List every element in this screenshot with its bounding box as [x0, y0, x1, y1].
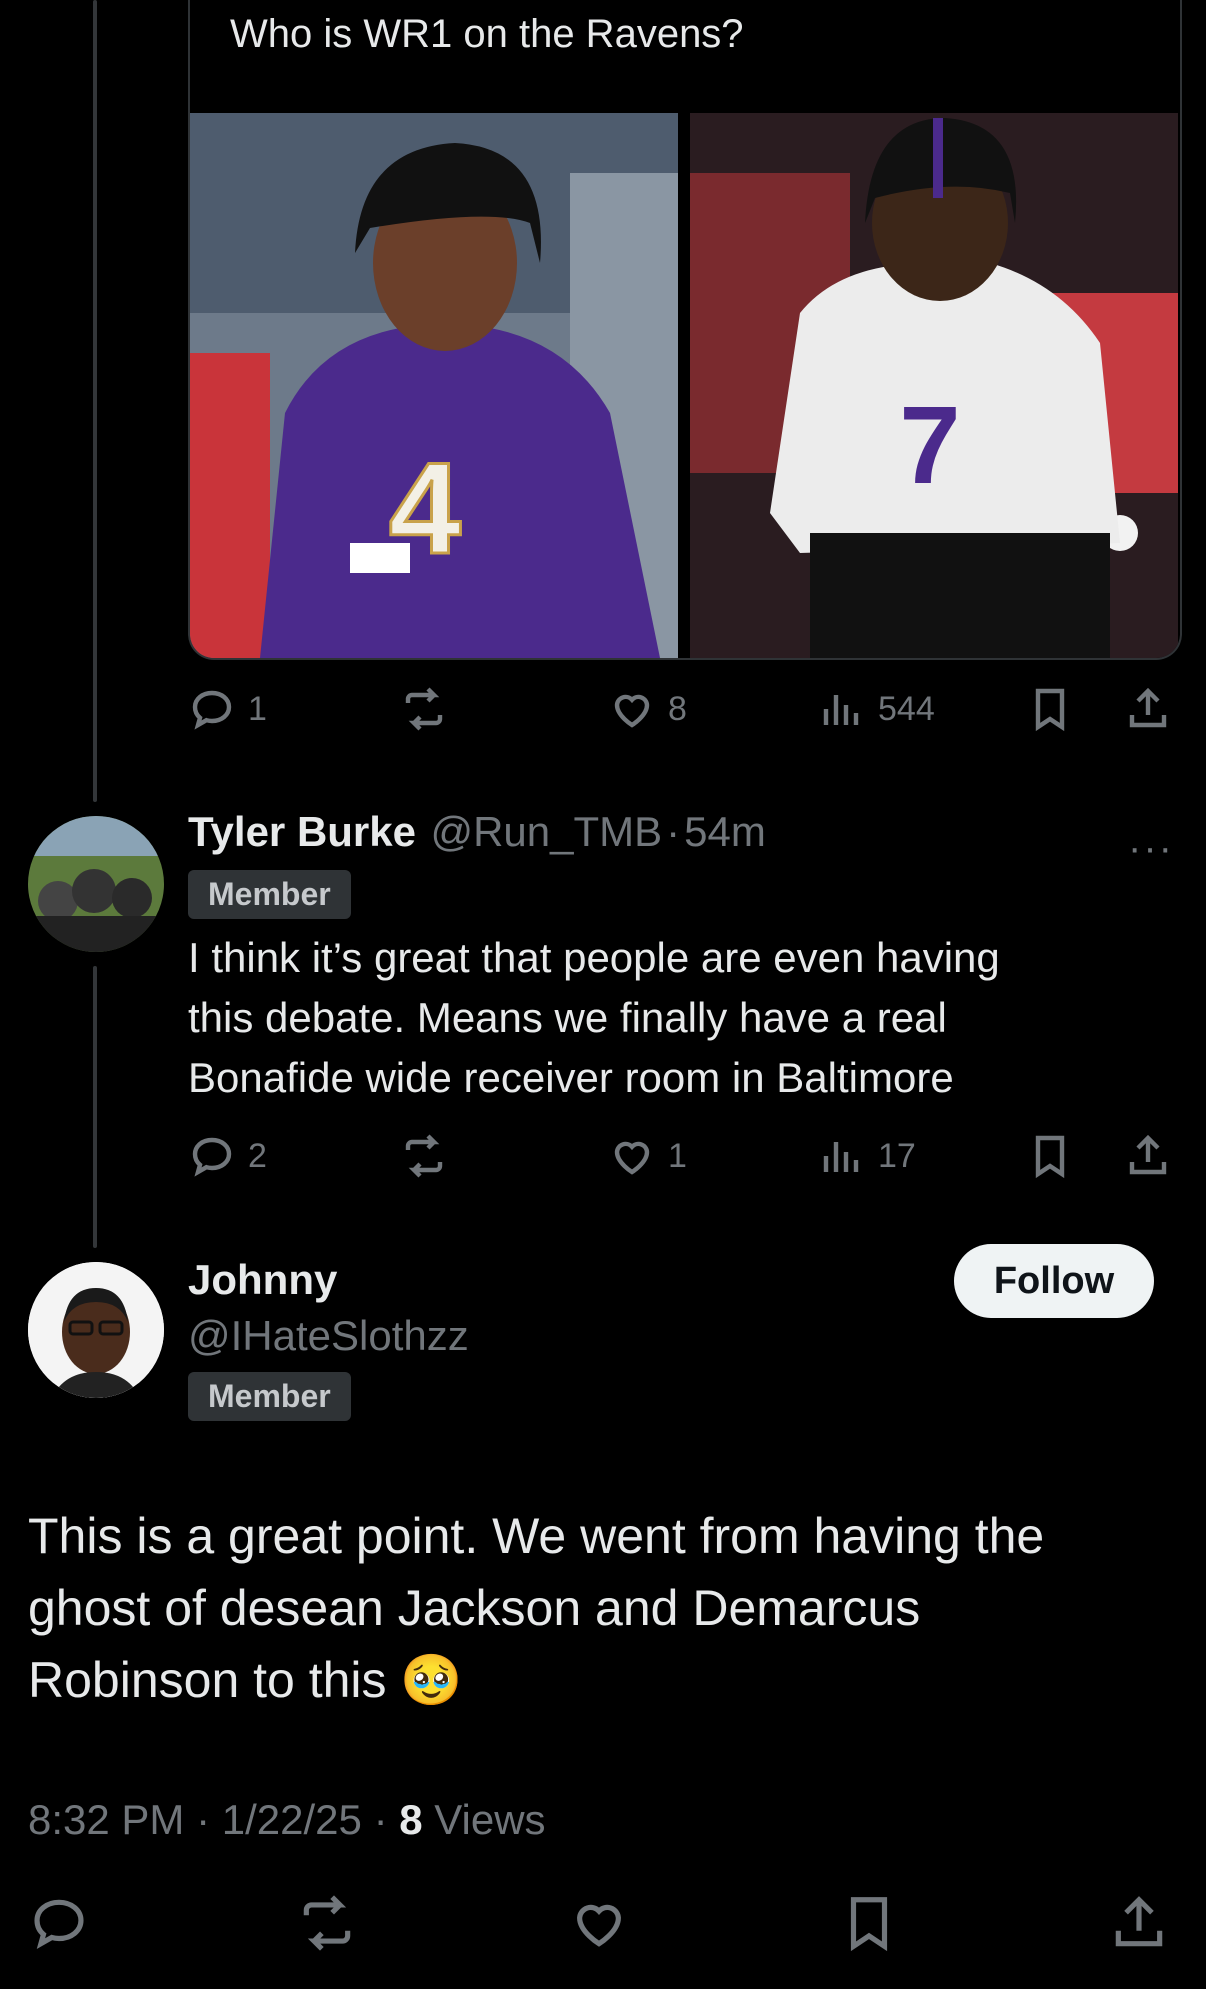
share-icon: [1129, 687, 1167, 728]
author-name[interactable]: Johnny: [188, 1256, 337, 1304]
like-icon: [614, 1141, 650, 1175]
quoted-post-card[interactable]: Who is WR1 on the Ravens? 4 7: [188, 0, 1182, 660]
media-image-player-7[interactable]: 7: [690, 113, 1178, 658]
views-count: 8: [399, 1796, 423, 1843]
repost-button[interactable]: [296, 1892, 358, 1959]
bookmark-icon: [1035, 688, 1065, 732]
more-options-icon[interactable]: ···: [1128, 826, 1174, 871]
reply-icon: [192, 690, 232, 730]
bookmark-icon: [850, 1897, 888, 1952]
thread-line-top: [93, 0, 97, 802]
post-date[interactable]: 1/22/25: [222, 1796, 362, 1843]
bookmark-button[interactable]: [1026, 1132, 1074, 1180]
reply-button[interactable]: 2: [188, 1132, 267, 1180]
views-button[interactable]: 544: [818, 685, 935, 733]
main-post-text-line: Robinson to this 🥹: [28, 1652, 463, 1708]
like-icon: [577, 1904, 621, 1947]
separator: ·: [373, 1796, 388, 1843]
like-button[interactable]: 1: [608, 1132, 687, 1180]
views-count: 544: [878, 689, 935, 728]
quoted-post-text: Who is WR1 on the Ravens?: [230, 12, 744, 56]
views-icon: [823, 1142, 859, 1172]
avatar-johnny[interactable]: [28, 1262, 164, 1398]
author-handle[interactable]: @Run_TMB: [430, 808, 662, 855]
share-button[interactable]: [1124, 1132, 1172, 1180]
post-time[interactable]: 8:32 PM: [28, 1796, 184, 1843]
reply-text-line: this debate. Means we finally have a rea…: [188, 994, 947, 1041]
separator: ·: [196, 1796, 211, 1843]
reply-count: 1: [248, 689, 267, 728]
share-icon: [1129, 1134, 1167, 1175]
reply-icon: [34, 1899, 84, 1950]
bookmark-button[interactable]: [838, 1892, 900, 1959]
member-badge: Member: [188, 870, 351, 919]
reply-text-line: Bonafide wide receiver room in Baltimore: [188, 1054, 954, 1101]
separator: ·: [666, 808, 681, 855]
views-button[interactable]: 17: [818, 1132, 916, 1180]
author-name[interactable]: Tyler Burke: [188, 808, 416, 855]
like-button[interactable]: [568, 1892, 630, 1959]
share-icon: [1115, 1896, 1163, 1947]
reply-icon: [192, 1137, 232, 1177]
like-count: 1: [668, 1136, 687, 1175]
reply-count: 2: [248, 1136, 267, 1175]
avatar-tyler-burke[interactable]: [28, 816, 164, 952]
share-button[interactable]: [1108, 1892, 1170, 1959]
follow-button[interactable]: Follow: [954, 1244, 1154, 1318]
like-count: 8: [668, 689, 687, 728]
member-badge: Member: [188, 1372, 351, 1421]
svg-text:7: 7: [899, 384, 960, 507]
reply-text-line: I think it’s great that people are even …: [188, 934, 1000, 981]
like-button[interactable]: 8: [608, 685, 687, 733]
bookmark-button[interactable]: [1026, 685, 1074, 733]
bookmark-icon: [1035, 1135, 1065, 1179]
repost-icon: [303, 1895, 351, 1951]
repost-icon: [405, 1134, 443, 1178]
main-post-text-line: ghost of desean Jackson and Demarcus: [28, 1580, 921, 1636]
like-icon: [614, 694, 650, 728]
author-handle[interactable]: @IHateSlothzz: [188, 1312, 469, 1360]
reply-text: I think it’s great that people are even …: [188, 928, 1148, 1108]
repost-button[interactable]: [400, 685, 448, 733]
reply-button[interactable]: 1: [188, 685, 267, 733]
views-label: Views: [434, 1796, 546, 1843]
views-icon: [823, 695, 859, 725]
reply-button[interactable]: [28, 1892, 90, 1959]
share-button[interactable]: [1124, 685, 1172, 733]
thread-line-reply: [93, 966, 97, 1248]
repost-button[interactable]: [400, 1132, 448, 1180]
views-count: 17: [878, 1136, 916, 1175]
post-meta: 8:32 PM · 1/22/25 · 8 Views: [28, 1796, 546, 1844]
post-time[interactable]: 54m: [684, 808, 766, 855]
main-post-text-line: This is a great point. We went from havi…: [28, 1508, 1045, 1564]
media-image-player-4[interactable]: 4: [190, 113, 678, 658]
repost-icon: [405, 687, 443, 731]
main-post-text: This is a great point. We went from havi…: [28, 1500, 1178, 1716]
